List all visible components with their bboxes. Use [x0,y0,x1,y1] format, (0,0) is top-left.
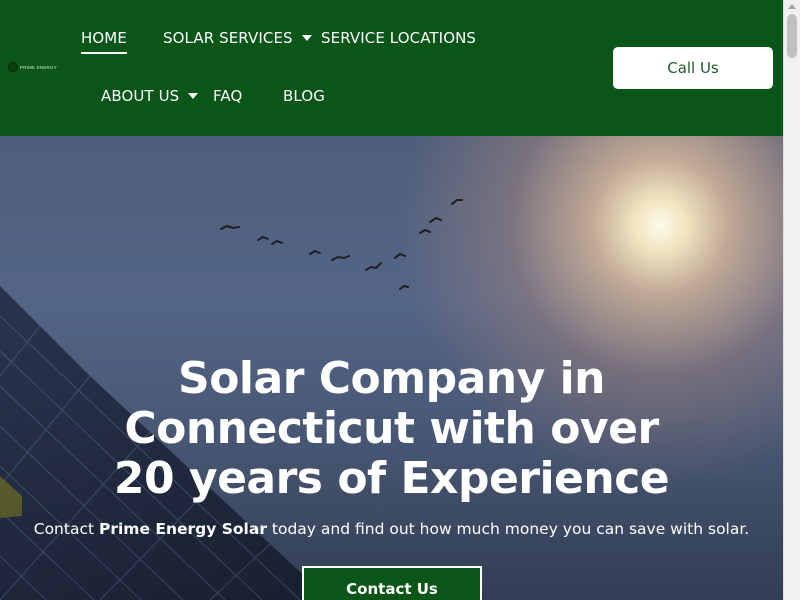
nav-solar-services-label: SOLAR SERVICES [163,29,293,47]
hero-title-line: Connecticut with over [124,403,659,454]
vertical-scrollbar[interactable] [783,0,800,600]
chevron-down-icon[interactable] [188,93,199,99]
nav-solar-services[interactable]: SOLAR SERVICES [163,29,312,47]
nav-blog[interactable]: BLOG [283,87,325,105]
nav-faq[interactable]: FAQ [213,87,242,105]
nav-about-us[interactable]: ABOUT US [101,87,199,105]
nav-home-label: HOME [81,29,127,54]
hero-title-line: 20 years of Experience [113,453,670,504]
nav-about-us-label: ABOUT US [101,87,180,105]
logo-text: PRIME ENERGY [20,64,57,70]
hero-section: Solar Company in Connecticut with over 2… [0,136,783,600]
nav-faq-label: FAQ [213,87,243,105]
logo-mark-icon [8,62,18,72]
nav-service-locations-label: SERVICE LOCATIONS [321,29,477,47]
hero-title-line: Solar Company in [178,353,606,404]
nav-home[interactable]: HOME [81,29,127,54]
scroll-up-arrow-icon[interactable] [788,4,796,9]
hero-subtitle-prefix: Contact [33,520,99,538]
logo[interactable]: PRIME ENERGY [8,58,62,76]
call-us-button[interactable]: Call Us [613,47,773,89]
page: PRIME ENERGY HOME SOLAR SERVICES SERVICE… [0,0,783,600]
hero-title: Solar Company in Connecticut with over 2… [40,354,743,504]
hero-subtitle-brand: Prime Energy Solar [98,520,267,538]
hero-subtitle-suffix: today and find out how much money you ca… [266,520,750,538]
scrollbar-thumb[interactable] [787,14,797,58]
chevron-down-icon[interactable] [301,35,312,41]
site-header: PRIME ENERGY HOME SOLAR SERVICES SERVICE… [0,0,783,136]
hero-subtitle: Contact Prime Energy Solar today and fin… [0,520,783,538]
contact-us-button[interactable]: Contact Us [302,566,482,600]
nav-service-locations[interactable]: SERVICE LOCATIONS [321,29,476,47]
nav-blog-label: BLOG [283,87,325,105]
